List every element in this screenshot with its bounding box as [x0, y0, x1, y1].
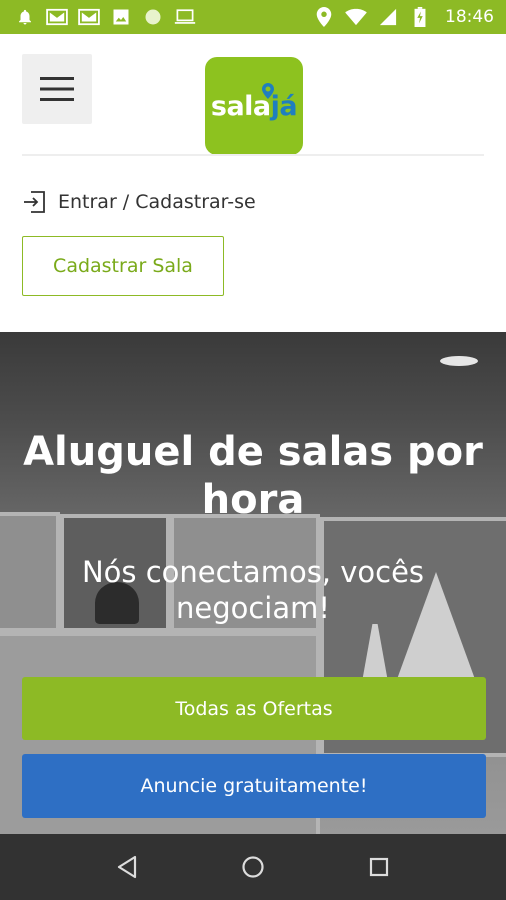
- notification-bell-icon: [14, 6, 36, 28]
- hamburger-menu-button[interactable]: [22, 54, 92, 124]
- back-button[interactable]: [114, 854, 140, 880]
- gmail-icon: [78, 6, 100, 28]
- hero-title: Aluguel de salas por hora: [23, 429, 483, 523]
- image-icon: [110, 6, 132, 28]
- circle-icon: [142, 6, 164, 28]
- register-room-label: Cadastrar Sala: [53, 255, 193, 277]
- battery-charging-icon: [409, 6, 431, 28]
- gmail-icon: [46, 6, 68, 28]
- login-icon: [24, 191, 45, 213]
- back-triangle-icon: [117, 855, 137, 879]
- location-icon: [313, 6, 335, 28]
- header-divider: [22, 154, 484, 156]
- all-offers-button[interactable]: Todas as Ofertas: [22, 677, 486, 740]
- map-pin-icon: [262, 83, 274, 99]
- advertise-free-button[interactable]: Anuncie gratuitamente!: [22, 754, 486, 818]
- hamburger-icon: [40, 77, 74, 101]
- recents-button[interactable]: [366, 854, 392, 880]
- hero-subtitle: Nós conectamos, vocês negociam!: [81, 555, 425, 625]
- login-link[interactable]: Entrar / Cadastrar-se: [22, 189, 256, 215]
- register-room-button[interactable]: Cadastrar Sala: [22, 236, 224, 296]
- logo-text: salajá: [211, 90, 298, 122]
- site-header: salajá Entrar / Cadastrar-se Cadastrar S…: [0, 34, 506, 332]
- hero-banner: Aluguel de salas por hora Nós conectamos…: [0, 332, 506, 834]
- logo-text-part2: já: [270, 90, 298, 122]
- status-bar: 18:46: [0, 0, 506, 34]
- home-circle-icon: [242, 856, 264, 878]
- advertise-free-label: Anuncie gratuitamente!: [140, 775, 368, 797]
- salaja-logo[interactable]: salajá: [205, 57, 303, 155]
- home-button[interactable]: [240, 854, 266, 880]
- system-navigation-bar: [0, 834, 506, 900]
- login-label: Entrar / Cadastrar-se: [58, 191, 256, 213]
- signal-icon: [377, 6, 399, 28]
- wifi-icon: [345, 6, 367, 28]
- ceiling-lamp-image: [440, 356, 478, 366]
- recents-square-icon: [369, 857, 389, 877]
- clock: 18:46: [445, 7, 494, 27]
- laptop-icon: [174, 6, 196, 28]
- all-offers-label: Todas as Ofertas: [175, 697, 333, 720]
